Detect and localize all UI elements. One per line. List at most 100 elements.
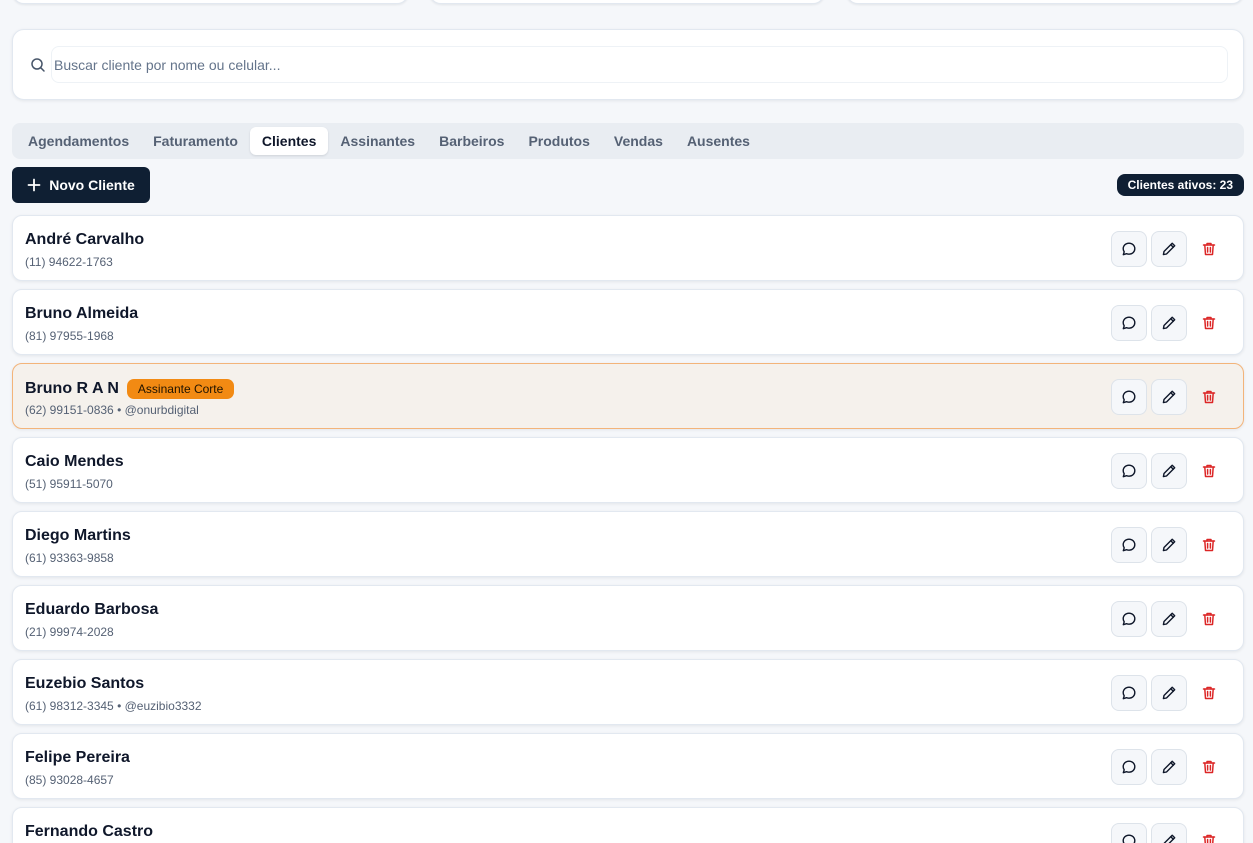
client-card[interactable]: Bruno R A N Assinante Corte (62) 99151-083… <box>12 363 1244 429</box>
tab-assinantes[interactable]: Assinantes <box>328 127 427 155</box>
summary-card <box>12 0 409 4</box>
client-card[interactable]: Felipe Pereira (85) 93028-4657 <box>12 733 1244 799</box>
whatsapp-message-button[interactable] <box>1111 601 1147 637</box>
client-name: Diego Martins <box>25 527 131 544</box>
pencil-icon <box>1161 315 1177 331</box>
client-contact: (11) 94622-1763 <box>25 255 113 269</box>
client-name-row: Euzebio Santos <box>25 675 144 693</box>
delete-client-button[interactable] <box>1191 453 1227 489</box>
pencil-icon <box>1161 611 1177 627</box>
client-actions <box>1111 749 1227 785</box>
search-input[interactable] <box>51 46 1228 83</box>
delete-client-button[interactable] <box>1191 231 1227 267</box>
trash-icon <box>1201 685 1217 701</box>
chat-icon <box>1121 463 1137 479</box>
trash-icon <box>1201 463 1217 479</box>
subscriber-badge: Assinante Corte <box>126 379 235 399</box>
search-card <box>12 29 1244 100</box>
client-contact: (61) 98312-3345 • @euzibio3332 <box>25 699 202 713</box>
edit-client-button[interactable] <box>1151 453 1187 489</box>
trash-icon <box>1201 833 1217 843</box>
whatsapp-message-button[interactable] <box>1111 675 1147 711</box>
pencil-icon <box>1161 389 1177 405</box>
chat-icon <box>1121 611 1137 627</box>
client-contact: (62) 99151-0836 • @onurbdigital <box>25 403 199 417</box>
client-card[interactable]: André Carvalho (11) 94622-1763 <box>12 215 1244 281</box>
client-card[interactable]: Bruno Almeida (81) 97955-1968 <box>12 289 1244 355</box>
client-card[interactable]: Diego Martins (61) 93363-9858 <box>12 511 1244 577</box>
pencil-icon <box>1161 463 1177 479</box>
client-contact: (85) 93028-4657 <box>25 773 114 787</box>
client-actions <box>1111 601 1227 637</box>
client-name: Caio Mendes <box>25 453 124 470</box>
whatsapp-message-button[interactable] <box>1111 453 1147 489</box>
client-contact: (81) 97955-1968 <box>25 329 114 343</box>
client-card[interactable]: Caio Mendes (51) 95911-5070 <box>12 437 1244 503</box>
client-name-row: Fernando Castro <box>25 823 153 841</box>
tab-barbeiros[interactable]: Barbeiros <box>427 127 516 155</box>
client-contact: (51) 95911-5070 <box>25 477 113 491</box>
delete-client-button[interactable] <box>1191 823 1227 843</box>
edit-client-button[interactable] <box>1151 379 1187 415</box>
client-name: Bruno Almeida <box>25 305 139 322</box>
search-icon <box>30 57 46 73</box>
edit-client-button[interactable] <box>1151 675 1187 711</box>
client-name: Fernando Castro <box>25 823 154 840</box>
client-name: Euzebio Santos <box>25 675 145 692</box>
pencil-icon <box>1161 685 1177 701</box>
client-name: Eduardo Barbosa <box>25 601 159 618</box>
trash-icon <box>1201 759 1217 775</box>
delete-client-button[interactable] <box>1191 749 1227 785</box>
delete-client-button[interactable] <box>1191 305 1227 341</box>
client-name-row: Bruno R A N Assinante Corte <box>25 379 235 399</box>
client-contact: (61) 93363-9858 <box>25 551 114 565</box>
trash-icon <box>1201 537 1217 553</box>
edit-client-button[interactable] <box>1151 527 1187 563</box>
whatsapp-message-button[interactable] <box>1111 305 1147 341</box>
trash-icon <box>1201 389 1217 405</box>
client-actions <box>1111 527 1227 563</box>
edit-client-button[interactable] <box>1151 305 1187 341</box>
new-client-button[interactable]: Novo Cliente <box>12 167 150 203</box>
trash-icon <box>1201 241 1217 257</box>
client-name-row: André Carvalho <box>25 231 144 249</box>
edit-client-button[interactable] <box>1151 823 1187 843</box>
delete-client-button[interactable] <box>1191 527 1227 563</box>
delete-client-button[interactable] <box>1191 379 1227 415</box>
section-tabs: Agendamentos Faturamento Clientes Assinante… <box>12 123 1244 159</box>
chat-icon <box>1121 389 1137 405</box>
delete-client-button[interactable] <box>1191 601 1227 637</box>
tab-faturamento[interactable]: Faturamento <box>141 127 250 155</box>
delete-client-button[interactable] <box>1191 675 1227 711</box>
client-actions <box>1111 823 1227 843</box>
tab-agendamentos[interactable]: Agendamentos <box>16 127 141 155</box>
tab-ausentes[interactable]: Ausentes <box>675 127 762 155</box>
tab-vendas[interactable]: Vendas <box>602 127 675 155</box>
new-client-label: Novo Cliente <box>49 177 135 193</box>
client-actions <box>1111 305 1227 341</box>
edit-client-button[interactable] <box>1151 231 1187 267</box>
chat-icon <box>1121 685 1137 701</box>
whatsapp-message-button[interactable] <box>1111 379 1147 415</box>
whatsapp-message-button[interactable] <box>1111 527 1147 563</box>
pencil-icon <box>1161 537 1177 553</box>
client-card[interactable]: Eduardo Barbosa (21) 99974-2028 <box>12 585 1244 651</box>
summary-card <box>846 0 1244 4</box>
client-actions <box>1111 231 1227 267</box>
client-actions <box>1111 675 1227 711</box>
active-clients-badge: Clientes ativos: 23 <box>1116 174 1244 196</box>
chat-icon <box>1121 315 1137 331</box>
whatsapp-message-button[interactable] <box>1111 823 1147 843</box>
whatsapp-message-button[interactable] <box>1111 231 1147 267</box>
whatsapp-message-button[interactable] <box>1111 749 1147 785</box>
client-actions <box>1111 453 1227 489</box>
client-name: Bruno R A N <box>25 380 119 397</box>
client-card[interactable]: Euzebio Santos (61) 98312-3345 • @euzibio… <box>12 659 1244 725</box>
plus-icon <box>27 178 41 192</box>
client-card[interactable]: Fernando Castro <box>12 807 1244 843</box>
edit-client-button[interactable] <box>1151 749 1187 785</box>
pencil-icon <box>1161 759 1177 775</box>
tab-clientes[interactable]: Clientes <box>249 127 329 155</box>
edit-client-button[interactable] <box>1151 601 1187 637</box>
tab-produtos[interactable]: Produtos <box>516 127 601 155</box>
